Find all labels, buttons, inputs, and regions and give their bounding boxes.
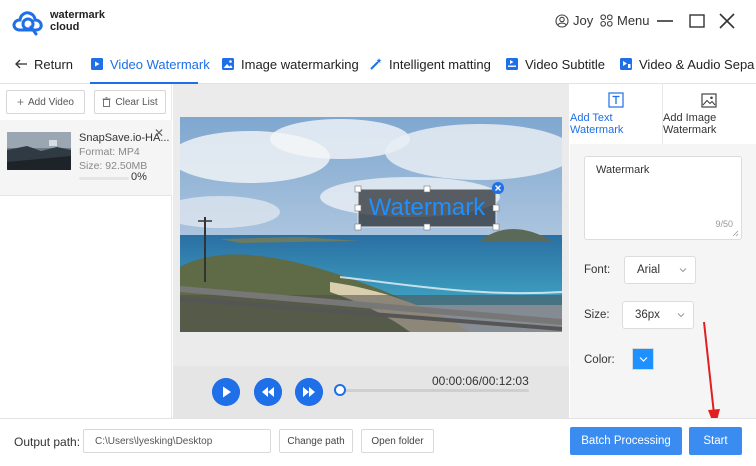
tab-intelligent-matting-label: Intelligent matting xyxy=(389,56,491,72)
tab-return[interactable]: Return xyxy=(14,44,74,83)
video-audio-icon xyxy=(620,58,632,70)
open-folder-button[interactable]: Open folder xyxy=(361,429,434,453)
rewind-icon[interactable] xyxy=(254,378,282,406)
tab-image-watermarking[interactable]: Image watermarking xyxy=(221,44,359,83)
chevron-down-icon xyxy=(679,268,687,273)
tab-text-line-1: Add Text xyxy=(570,112,613,124)
tab-video-subtitle-label: Video Subtitle xyxy=(525,56,605,72)
seek-bar[interactable] xyxy=(339,389,529,392)
tab-video-audio-separation[interactable]: Video & Audio Sepa xyxy=(619,44,755,83)
video-subtitle-icon xyxy=(506,58,518,70)
tab-add-text-watermark[interactable]: Add Text Watermark xyxy=(570,84,662,144)
file-list-panel: + Add Video Clear List SnapSave.io-HA...… xyxy=(0,84,172,418)
tab-video-audio-separation-label: Video & Audio Sepa xyxy=(639,56,755,72)
chevron-down-icon xyxy=(639,357,648,362)
output-path-label: Output path: xyxy=(14,435,81,449)
image-icon xyxy=(701,93,717,108)
tab-image-line-2: Watermark xyxy=(663,124,717,136)
font-label: Font: xyxy=(584,264,611,276)
resize-handle-icon[interactable] xyxy=(732,230,739,237)
change-path-label: Change path xyxy=(287,435,345,447)
size-value: 36px xyxy=(635,309,660,321)
watermark-text-value: Watermark xyxy=(596,164,650,176)
menu-button[interactable]: Menu xyxy=(600,13,650,28)
change-path-button[interactable]: Change path xyxy=(279,429,353,453)
tab-intelligent-matting[interactable]: Intelligent matting xyxy=(369,44,491,83)
chevron-down-icon xyxy=(677,313,685,318)
output-path-value: C:\Users\lyesking\Desktop xyxy=(95,435,213,447)
file-progress-bar xyxy=(79,177,129,180)
batch-processing-label: Batch Processing xyxy=(581,435,671,447)
clear-list-label: Clear List xyxy=(115,96,158,108)
fast-forward-icon[interactable] xyxy=(295,378,323,406)
video-thumbnail xyxy=(7,132,71,170)
font-value: Arial xyxy=(637,264,661,276)
logo-line-2: cloud xyxy=(50,21,80,33)
tab-add-image-watermark[interactable]: Add Image Watermark xyxy=(662,84,756,144)
preview-area: Watermark 00:00:06/00:12:03 xyxy=(173,84,569,418)
open-folder-label: Open folder xyxy=(371,435,424,447)
feature-tab-bar: Return Video Watermark Image watermarkin… xyxy=(0,44,756,84)
annotation-arrow xyxy=(703,321,720,428)
arrow-left-icon xyxy=(15,59,27,69)
clear-list-button[interactable]: Clear List xyxy=(94,90,166,114)
file-list-item[interactable]: SnapSave.io-HA... Format: MP4 Size: 92.5… xyxy=(0,120,172,196)
tab-text-line-2: Watermark xyxy=(570,124,624,136)
title-bar: watermark cloud Joy Menu xyxy=(0,0,756,44)
cloud-logo-icon xyxy=(12,11,43,36)
logo-line-1: watermark xyxy=(50,9,106,21)
start-button[interactable]: Start xyxy=(689,427,742,455)
user-account[interactable]: Joy xyxy=(555,13,593,28)
tab-return-label: Return xyxy=(34,56,74,72)
plus-icon: + xyxy=(17,95,25,109)
app-logo-text: watermark cloud xyxy=(50,9,105,33)
bottom-bar: Output path: C:\Users\lyesking\Desktop C… xyxy=(0,418,756,466)
seek-handle[interactable] xyxy=(333,384,346,396)
close-icon[interactable] xyxy=(716,10,738,32)
char-counter: 9/50 xyxy=(715,219,733,229)
color-label: Color: xyxy=(584,354,615,366)
tab-video-watermark-label: Video Watermark xyxy=(110,56,210,72)
playback-timecode: 00:00:06/00:12:03 xyxy=(432,374,529,388)
video-watermark-icon xyxy=(91,58,103,70)
watermark-overlay-text: Watermark xyxy=(369,194,486,221)
menu-label: Menu xyxy=(617,13,650,28)
add-video-label: Add Video xyxy=(28,96,74,108)
magic-wand-icon xyxy=(370,58,382,70)
output-path-field[interactable]: C:\Users\lyesking\Desktop xyxy=(83,429,271,453)
batch-processing-button[interactable]: Batch Processing xyxy=(570,427,682,455)
play-icon[interactable] xyxy=(212,378,240,406)
tab-video-watermark[interactable]: Video Watermark xyxy=(90,44,210,83)
file-format: Format: MP4 xyxy=(79,146,140,158)
text-box-icon xyxy=(608,92,624,108)
file-progress-text: 0% xyxy=(131,171,147,183)
minimize-icon[interactable] xyxy=(654,10,676,32)
color-picker[interactable] xyxy=(632,348,654,370)
tab-image-watermarking-label: Image watermarking xyxy=(241,56,359,72)
remove-file-icon[interactable]: ✕ xyxy=(154,126,164,140)
watermark-text-input[interactable]: Watermark 9/50 xyxy=(584,156,742,240)
image-watermark-icon xyxy=(222,58,234,70)
size-select[interactable]: 36px xyxy=(622,301,694,329)
start-label: Start xyxy=(703,435,728,447)
user-icon xyxy=(555,13,569,28)
video-preview[interactable]: Watermark xyxy=(180,117,562,332)
grid-menu-icon xyxy=(600,14,613,27)
size-label: Size: xyxy=(584,309,610,321)
tab-image-line-1: Add Image xyxy=(663,112,717,124)
user-name: Joy xyxy=(573,13,594,28)
add-video-button[interactable]: + Add Video xyxy=(6,90,85,114)
maximize-icon[interactable] xyxy=(686,10,708,32)
tab-video-subtitle[interactable]: Video Subtitle xyxy=(505,44,605,83)
font-select[interactable]: Arial xyxy=(624,256,696,284)
trash-icon xyxy=(102,97,111,107)
